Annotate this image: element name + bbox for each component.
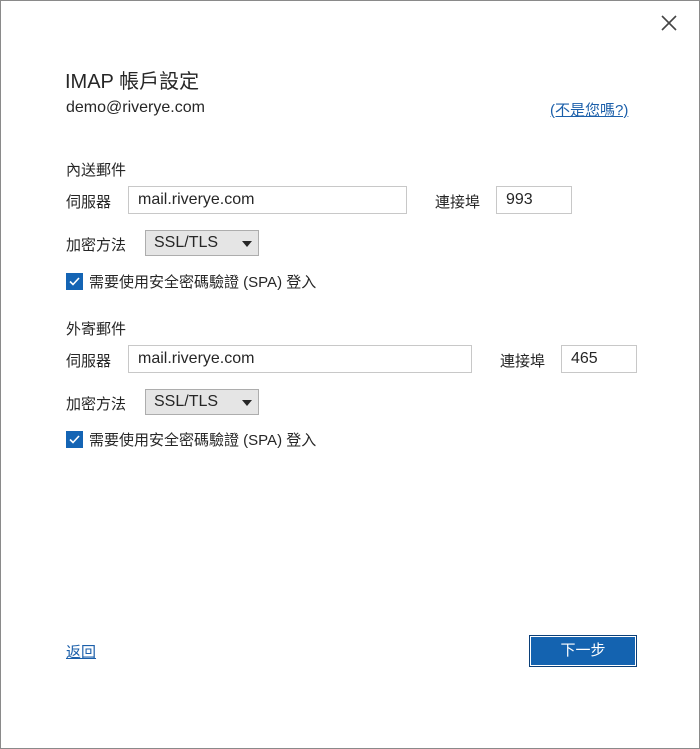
account-email: demo@riverye.com [66,99,205,116]
close-button[interactable] [657,11,681,35]
not-you-link[interactable]: (不是您嗎?) [550,99,628,120]
next-button[interactable]: 下一步 [529,635,637,667]
outgoing-port-input[interactable] [561,345,637,373]
chevron-down-icon [242,400,252,406]
incoming-spa-checkbox[interactable] [66,273,83,290]
close-icon [661,15,677,31]
incoming-port-input[interactable] [496,186,572,214]
outgoing-server-input[interactable] [128,345,472,373]
outgoing-spa-checkbox[interactable] [66,431,83,448]
incoming-mail-heading: 內送郵件 [66,162,127,179]
outgoing-encryption-select[interactable]: SSL/TLS [145,389,259,415]
imap-settings-dialog: IMAP 帳戶設定 demo@riverye.com (不是您嗎?) 內送郵件 … [0,0,700,749]
outgoing-server-label: 伺服器 [66,353,112,370]
incoming-encryption-label: 加密方法 [66,237,127,254]
outgoing-encryption-value: SSL/TLS [154,393,219,410]
outgoing-mail-heading: 外寄郵件 [66,321,127,338]
incoming-spa-label: 需要使用安全密碼驗證 (SPA) 登入 [89,274,317,291]
chevron-down-icon [242,241,252,247]
outgoing-port-label: 連接埠 [500,353,546,370]
incoming-port-label: 連接埠 [435,194,481,211]
outgoing-encryption-label: 加密方法 [66,396,127,413]
incoming-server-input[interactable] [128,186,407,214]
incoming-encryption-select[interactable]: SSL/TLS [145,230,259,256]
checkmark-icon [69,435,80,444]
incoming-server-label: 伺服器 [66,194,112,211]
incoming-encryption-value: SSL/TLS [154,234,219,251]
dialog-title: IMAP 帳戶設定 [65,71,200,93]
outgoing-spa-label: 需要使用安全密碼驗證 (SPA) 登入 [89,432,317,449]
checkmark-icon [69,277,80,286]
back-link[interactable]: 返回 [66,641,96,662]
